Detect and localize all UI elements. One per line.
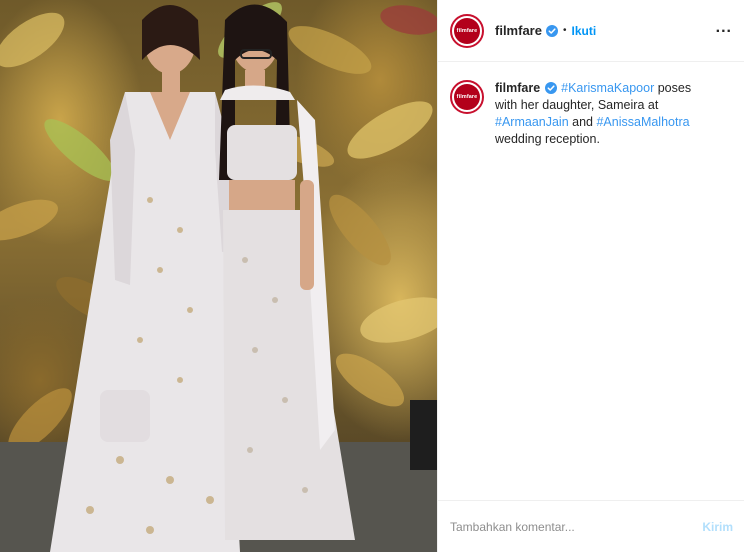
- hashtag-karismakapoor[interactable]: #KarismaKapoor: [561, 81, 654, 95]
- caption-avatar[interactable]: filmfare: [450, 80, 484, 114]
- comment-input[interactable]: [450, 519, 703, 534]
- caption: filmfare filmfare #KarismaKapoor poses w…: [438, 62, 744, 148]
- follow-button[interactable]: Ikuti: [571, 24, 596, 38]
- caption-username[interactable]: filmfare: [495, 81, 540, 95]
- avatar[interactable]: filmfare: [450, 13, 484, 48]
- caption-verified-badge-icon: [544, 82, 557, 94]
- verified-badge-icon: [545, 24, 558, 37]
- person-right: [219, 4, 355, 540]
- caption-segment-3: wedding reception.: [495, 132, 600, 146]
- caption-text: filmfare #KarismaKapoor poses with her d…: [495, 80, 715, 148]
- caption-segment-2: and: [568, 115, 597, 129]
- separator-dot: •: [562, 25, 567, 36]
- send-button[interactable]: Kirim: [702, 520, 733, 534]
- more-options-icon[interactable]: ...: [716, 19, 732, 43]
- avatar-logo: filmfare: [454, 17, 480, 44]
- post-photo[interactable]: [0, 0, 437, 552]
- post-header: filmfare filmfare • Ikuti ...: [438, 0, 744, 62]
- post-sidebar: filmfare filmfare • Ikuti ... filmfare f…: [437, 0, 744, 552]
- hashtag-armaanjain[interactable]: #ArmaanJain: [495, 115, 569, 129]
- caption-avatar-logo: filmfare: [454, 84, 480, 110]
- hashtag-anissamalhotra[interactable]: #AnissaMalhotra: [596, 115, 689, 129]
- header-username[interactable]: filmfare: [495, 23, 542, 38]
- comment-bar: Kirim: [438, 500, 744, 552]
